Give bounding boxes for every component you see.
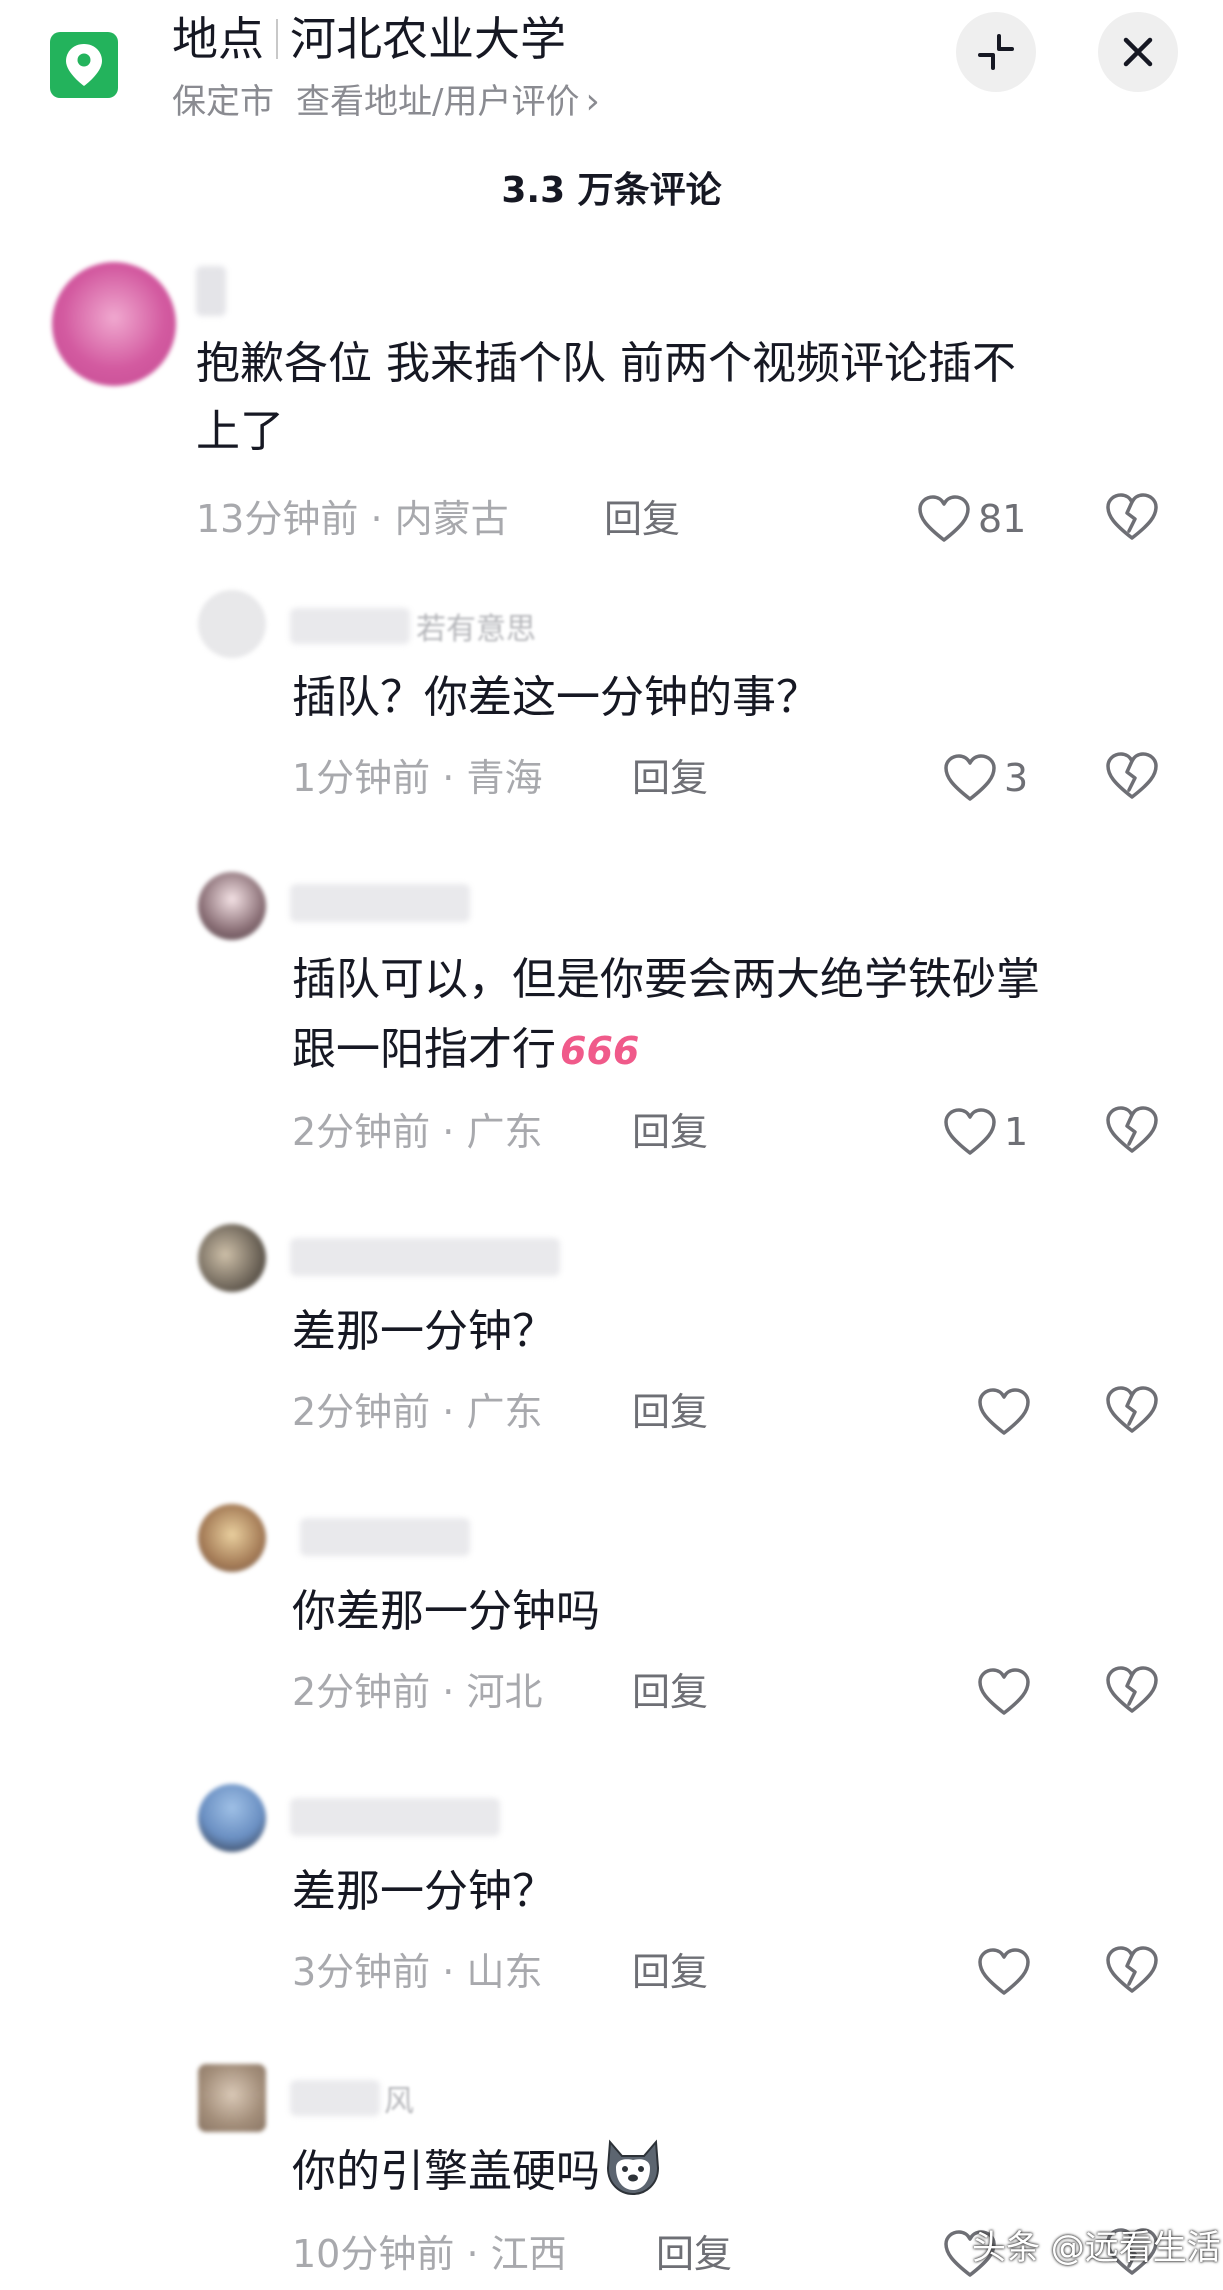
dislike-button[interactable] <box>1104 1664 1160 1720</box>
heart-icon <box>918 495 970 542</box>
comment-meta: 3分钟前 · 山东 <box>292 1950 543 1994</box>
location-title[interactable]: 地点 河北农业大学 <box>172 8 566 70</box>
comment-text: 抱歉各位 我来插个队 前两个视频评论插不 <box>196 338 1016 389</box>
dislike-button[interactable] <box>1104 750 1160 806</box>
comment-time: 13分钟前 <box>196 497 359 541</box>
like-button[interactable]: 81 <box>916 491 1026 547</box>
chevron-right-icon: › <box>585 81 600 122</box>
location-subtitle: 保定市 查看地址/用户评价 › <box>172 78 600 126</box>
avatar[interactable] <box>198 1784 266 1852</box>
comment-region: 广东 <box>466 1110 543 1154</box>
like-count: 1 <box>1004 1110 1029 1154</box>
username-blurred[interactable] <box>290 884 470 922</box>
heart-icon <box>944 754 996 801</box>
reply-button[interactable]: 回复 <box>632 1666 708 1718</box>
comment-text: 插队？你差这一分钟的事？ <box>292 672 820 723</box>
dislike-button[interactable] <box>1104 1384 1160 1440</box>
comment-region: 广东 <box>466 1390 543 1434</box>
reply-button[interactable]: 回复 <box>604 493 680 545</box>
avatar[interactable] <box>198 1504 266 1572</box>
username-blurred[interactable] <box>300 1518 470 1556</box>
like-button[interactable] <box>976 1664 1032 1720</box>
broken-heart-icon <box>1106 1386 1158 1433</box>
broken-heart-icon <box>1106 493 1158 540</box>
like-button[interactable] <box>976 1944 1032 2000</box>
broken-heart-icon <box>1106 1946 1158 1993</box>
heart-icon <box>978 1668 1030 1715</box>
username-blurred[interactable] <box>196 266 226 316</box>
username-blurred[interactable] <box>290 1798 500 1836</box>
comment-meta: 13分钟前 · 内蒙古 <box>196 497 509 541</box>
like-button[interactable] <box>976 1384 1032 1440</box>
comment-region: 内蒙古 <box>394 497 509 541</box>
comment-text-line-2: 跟一阳指才行 666 <box>292 1024 640 1075</box>
heart-icon <box>978 1948 1030 1995</box>
comment-text: 差那一分钟？ <box>292 1866 556 1917</box>
username-blurred[interactable] <box>290 2080 380 2116</box>
avatar[interactable] <box>198 590 266 658</box>
dislike-button[interactable] <box>1104 1104 1160 1160</box>
username-blurred[interactable] <box>290 1238 560 1276</box>
place-name: 河北农业大学 <box>290 12 566 66</box>
comment-region: 青海 <box>466 756 543 800</box>
avatar[interactable] <box>198 872 266 940</box>
comment-text: 插队可以，但是你要会两大绝学铁砂掌 <box>292 954 1040 1005</box>
avatar[interactable] <box>198 2064 266 2132</box>
comment-text: 你的引擎盖硬吗 <box>292 2138 664 2216</box>
comment-region: 江西 <box>490 2232 567 2276</box>
comment-region: 山东 <box>466 1950 543 1994</box>
heart-icon <box>944 1108 996 1155</box>
location-header: 地点 河北农业大学 保定市 查看地址/用户评价 › <box>0 0 1223 170</box>
like-count: 81 <box>978 497 1027 541</box>
comments-count-title: 3.3 万条评论 <box>501 170 722 211</box>
reply-button[interactable]: 回复 <box>632 1386 708 1438</box>
close-button[interactable] <box>1098 12 1178 92</box>
like-count: 3 <box>1004 756 1029 800</box>
comment-region: 河北 <box>466 1670 543 1714</box>
like-button[interactable]: 1 <box>942 1104 1028 1160</box>
comment-text: 差那一分钟？ <box>292 1306 556 1357</box>
username-fragment: 若有意思 <box>416 612 536 647</box>
broken-heart-icon <box>1106 1666 1158 1713</box>
comment-time: 1分钟前 <box>292 756 431 800</box>
comment-time: 10分钟前 <box>292 2232 455 2276</box>
comment-text-line-2: 上了 <box>196 406 284 457</box>
comment-text: 你差那一分钟吗 <box>292 1586 600 1637</box>
like-button[interactable]: 3 <box>942 750 1028 806</box>
broken-heart-icon <box>1106 1106 1158 1153</box>
close-icon <box>1123 37 1153 67</box>
city-label: 保定市 <box>172 82 274 122</box>
address-review-link[interactable]: 查看地址/用户评价 <box>296 82 579 122</box>
comment-meta: 2分钟前 · 广东 <box>292 1110 543 1154</box>
husky-emoji-icon <box>602 2138 664 2216</box>
reply-button[interactable]: 回复 <box>656 2228 732 2280</box>
comment-time: 2分钟前 <box>292 1390 431 1434</box>
username-blurred[interactable] <box>290 608 410 644</box>
watermark: 头条 @远看生活 <box>972 2228 1221 2268</box>
comment-time: 3分钟前 <box>292 1950 431 1994</box>
title-divider <box>276 19 278 59</box>
reply-button[interactable]: 回复 <box>632 752 708 804</box>
dislike-button[interactable] <box>1104 1944 1160 2000</box>
collapse-icon <box>978 34 1014 70</box>
dislike-button[interactable] <box>1104 491 1160 547</box>
emoji-666: 666 <box>560 1029 640 1073</box>
reply-button[interactable]: 回复 <box>632 1946 708 1998</box>
comment-meta: 1分钟前 · 青海 <box>292 756 543 800</box>
comment-meta: 2分钟前 · 广东 <box>292 1390 543 1434</box>
heart-icon <box>978 1388 1030 1435</box>
comment-time: 2分钟前 <box>292 1670 431 1714</box>
avatar[interactable] <box>198 1224 266 1292</box>
reply-button[interactable]: 回复 <box>632 1106 708 1158</box>
comment-time: 2分钟前 <box>292 1110 431 1154</box>
place-label: 地点 <box>172 12 264 66</box>
location-pin-icon[interactable] <box>50 32 118 98</box>
username-fragment: 风 <box>384 2084 414 2119</box>
comment-meta: 10分钟前 · 江西 <box>292 2232 567 2276</box>
avatar[interactable] <box>52 262 176 386</box>
broken-heart-icon <box>1106 752 1158 799</box>
collapse-button[interactable] <box>956 12 1036 92</box>
comment-meta: 2分钟前 · 河北 <box>292 1670 543 1714</box>
